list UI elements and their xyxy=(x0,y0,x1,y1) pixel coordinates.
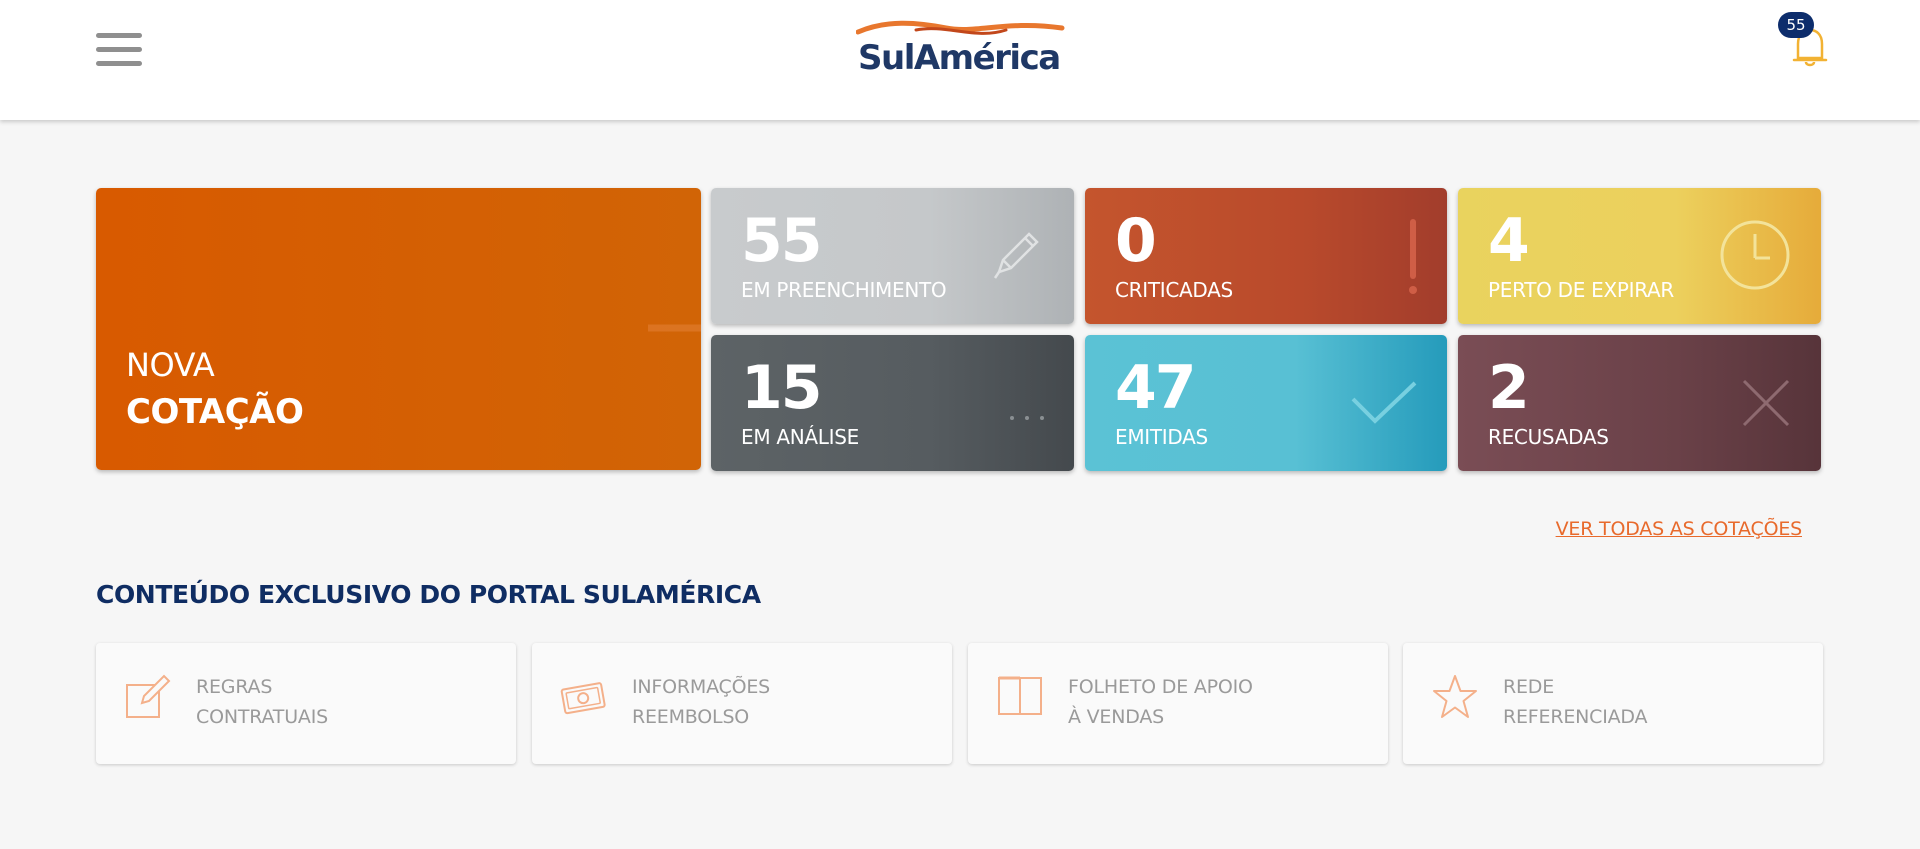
section-title: CONTEÚDO EXCLUSIVO DO PORTAL SULAMÉRICA xyxy=(96,580,761,609)
card-emitidas[interactable]: 47 EMITIDAS xyxy=(1085,335,1447,471)
card-label: PERTO DE EXPIRAR xyxy=(1488,278,1675,302)
plus-icon xyxy=(648,324,701,332)
book-icon xyxy=(998,676,1042,715)
top-header: SulAmérica 55 xyxy=(0,0,1920,120)
tile-subtitle: CONTRATUAIS xyxy=(196,706,328,728)
money-icon xyxy=(560,682,606,715)
notification-badge[interactable]: 55 xyxy=(1778,12,1814,38)
tile-subtitle: REFERENCIADA xyxy=(1503,706,1648,728)
star-icon xyxy=(1433,675,1477,718)
cotacao-label: COTAÇÃO xyxy=(126,392,304,432)
card-count: 47 xyxy=(1115,353,1196,423)
tile-title: REGRAS xyxy=(196,676,273,698)
card-count: 0 xyxy=(1115,206,1157,276)
ver-todas-link[interactable]: VER TODAS AS COTAÇÕES xyxy=(1556,518,1803,540)
card-label: EMITIDAS xyxy=(1115,425,1208,449)
card-count: 4 xyxy=(1488,206,1530,276)
tile-title: INFORMAÇÕES xyxy=(632,676,771,698)
nova-cotacao-card[interactable]: NOVA COTAÇÃO xyxy=(96,188,701,470)
edit-document-icon xyxy=(126,674,171,718)
card-count: 2 xyxy=(1488,353,1530,423)
card-em-analise[interactable]: 15 EM ANÁLISE xyxy=(711,335,1074,471)
check-icon xyxy=(1351,381,1417,424)
tile-regras-contratuais[interactable]: REGRAS CONTRATUAIS xyxy=(96,643,516,764)
card-count: 55 xyxy=(741,206,822,276)
sulamerica-logo[interactable]: SulAmérica xyxy=(856,18,1066,80)
ellipsis-icon xyxy=(1010,416,1044,420)
logo-text: SulAmérica xyxy=(858,38,1061,78)
menu-hamburger-icon[interactable] xyxy=(96,33,142,67)
clock-icon xyxy=(1720,220,1790,290)
card-count: 15 xyxy=(741,353,822,423)
nova-label: NOVA xyxy=(126,346,215,384)
exclamation-icon xyxy=(1409,219,1417,294)
card-label: CRITICADAS xyxy=(1115,278,1233,302)
tile-title: FOLHETO DE APOIO xyxy=(1068,676,1253,698)
card-label: EM ANÁLISE xyxy=(741,425,859,449)
card-recusadas[interactable]: 2 RECUSADAS xyxy=(1458,335,1821,471)
tile-subtitle: À VENDAS xyxy=(1068,706,1165,728)
card-perto-de-expirar[interactable]: 4 PERTO DE EXPIRAR xyxy=(1458,188,1821,324)
x-icon xyxy=(1742,379,1790,427)
card-label: RECUSADAS xyxy=(1488,425,1609,449)
tile-subtitle: REEMBOLSO xyxy=(632,706,750,728)
card-label: EM PREENCHIMENTO xyxy=(741,278,947,302)
tile-informacoes-reembolso[interactable]: INFORMAÇÕES REEMBOLSO xyxy=(532,643,952,764)
card-criticadas[interactable]: 0 CRITICADAS xyxy=(1085,188,1447,324)
pencil-icon xyxy=(993,232,1039,279)
tile-rede-referenciada[interactable]: REDE REFERENCIADA xyxy=(1403,643,1823,764)
tile-folheto-de-apoio[interactable]: FOLHETO DE APOIO À VENDAS xyxy=(968,643,1388,764)
card-em-preenchimento[interactable]: 55 EM PREENCHIMENTO xyxy=(711,188,1074,324)
tile-title: REDE xyxy=(1503,676,1555,698)
